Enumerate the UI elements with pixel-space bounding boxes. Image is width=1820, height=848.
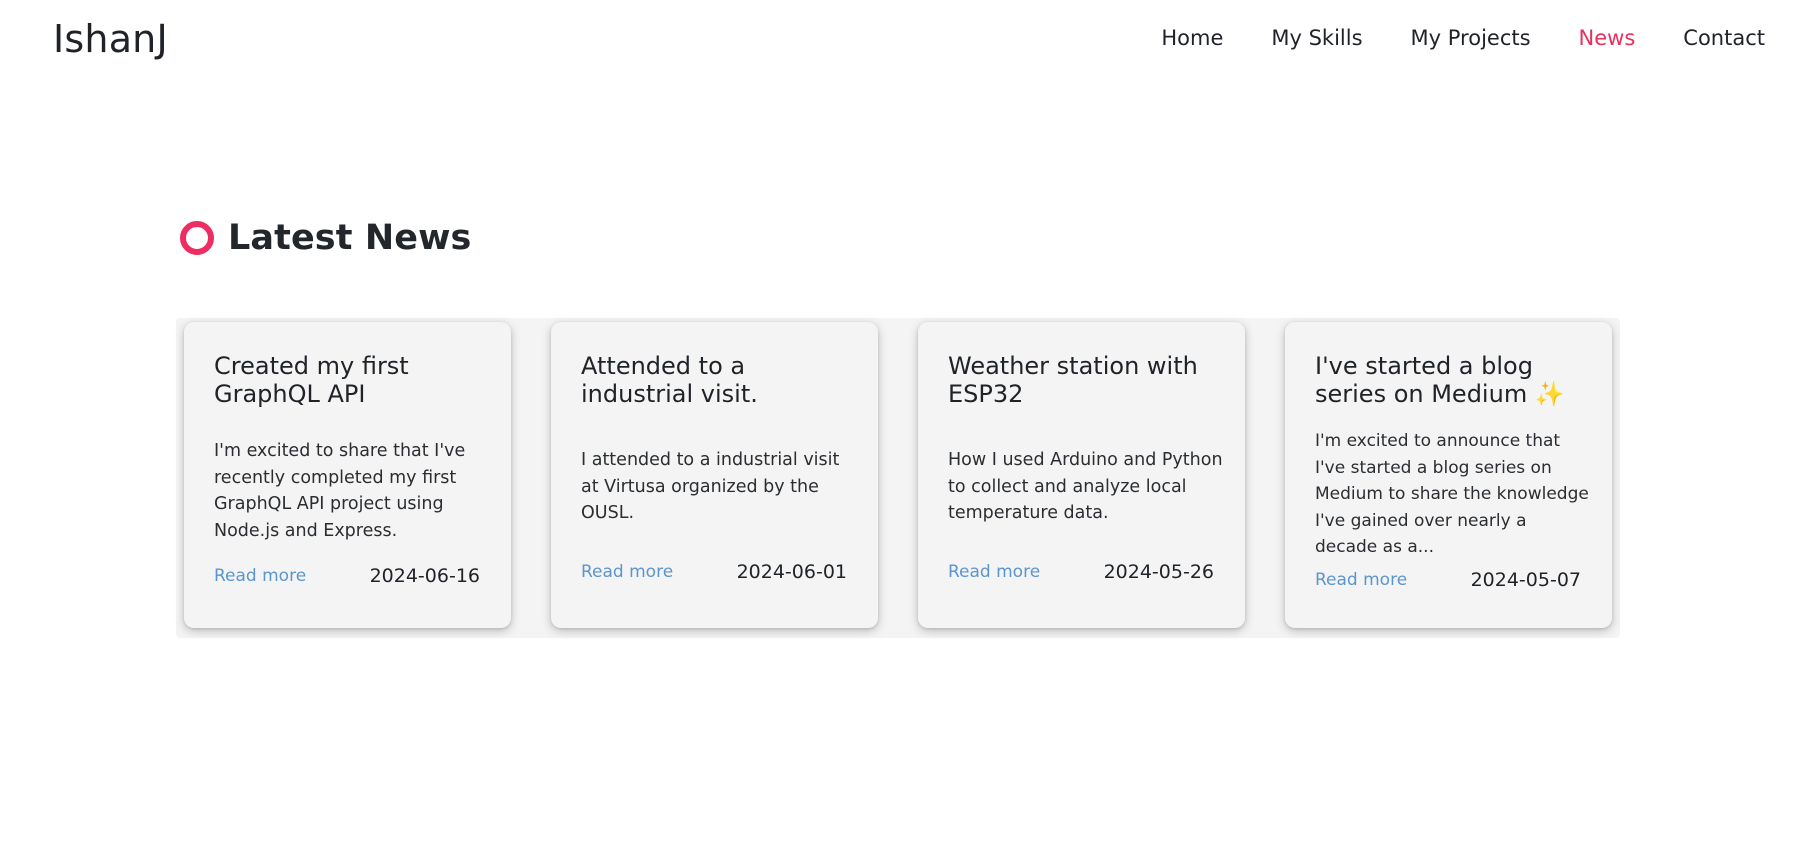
news-card: I've started a blog series on Medium ✨ I… xyxy=(1285,322,1612,628)
news-card: Created my first GraphQL API I'm excited… xyxy=(184,322,511,628)
latest-news-section: Latest News xyxy=(180,218,1620,258)
top-navigation-bar: IshanJ Home My Skills My Projects News C… xyxy=(0,0,1820,76)
news-card: Attended to a industrial visit. I attend… xyxy=(551,322,878,628)
news-card-title: Weather station with ESP32 xyxy=(948,352,1198,408)
ring-icon xyxy=(180,221,214,255)
sparkles-icon: ✨ xyxy=(1534,380,1565,408)
news-card-title-text: I've started a blog series on Medium xyxy=(1315,352,1533,408)
news-card-title: Attended to a industrial visit. xyxy=(581,352,758,408)
read-more-link[interactable]: Read more xyxy=(214,566,306,586)
read-more-link[interactable]: Read more xyxy=(1315,570,1407,590)
news-card-title: Created my first GraphQL API xyxy=(214,352,409,408)
read-more-link[interactable]: Read more xyxy=(581,562,673,582)
news-cards-row: Created my first GraphQL API I'm excited… xyxy=(184,322,1612,628)
nav-item-my-skills[interactable]: My Skills xyxy=(1271,27,1362,49)
news-card-footer: Read more 2024-05-26 xyxy=(948,561,1214,583)
news-card-summary: I'm excited to announce that I've starte… xyxy=(1315,431,1589,557)
news-card-footer: Read more 2024-06-01 xyxy=(581,561,847,583)
site-logo[interactable]: IshanJ xyxy=(53,17,168,61)
news-card-date: 2024-05-07 xyxy=(1470,569,1581,591)
news-card-summary: I attended to a industrial visit at Virt… xyxy=(581,450,840,523)
section-title: Latest News xyxy=(228,218,472,258)
nav-item-home[interactable]: Home xyxy=(1161,27,1223,49)
read-more-link[interactable]: Read more xyxy=(948,562,1040,582)
news-card-date: 2024-05-26 xyxy=(1103,561,1214,583)
section-header: Latest News xyxy=(180,218,1620,258)
nav-item-contact[interactable]: Contact xyxy=(1683,27,1765,49)
news-card-summary: I'm excited to share that I've recently … xyxy=(214,441,466,541)
news-card-title: I've started a blog series on Medium ✨ xyxy=(1315,352,1581,408)
news-card: Weather station with ESP32 How I used Ar… xyxy=(918,322,1245,628)
news-card-date: 2024-06-16 xyxy=(369,565,480,587)
news-card-footer: Read more 2024-05-07 xyxy=(1315,569,1581,591)
main-nav: Home My Skills My Projects News Contact xyxy=(1113,27,1765,49)
nav-item-news[interactable]: News xyxy=(1579,27,1636,49)
nav-item-my-projects[interactable]: My Projects xyxy=(1411,27,1531,49)
news-card-footer: Read more 2024-06-16 xyxy=(214,565,480,587)
news-card-date: 2024-06-01 xyxy=(736,561,847,583)
news-card-summary: How I used Arduino and Python to collect… xyxy=(948,450,1223,523)
